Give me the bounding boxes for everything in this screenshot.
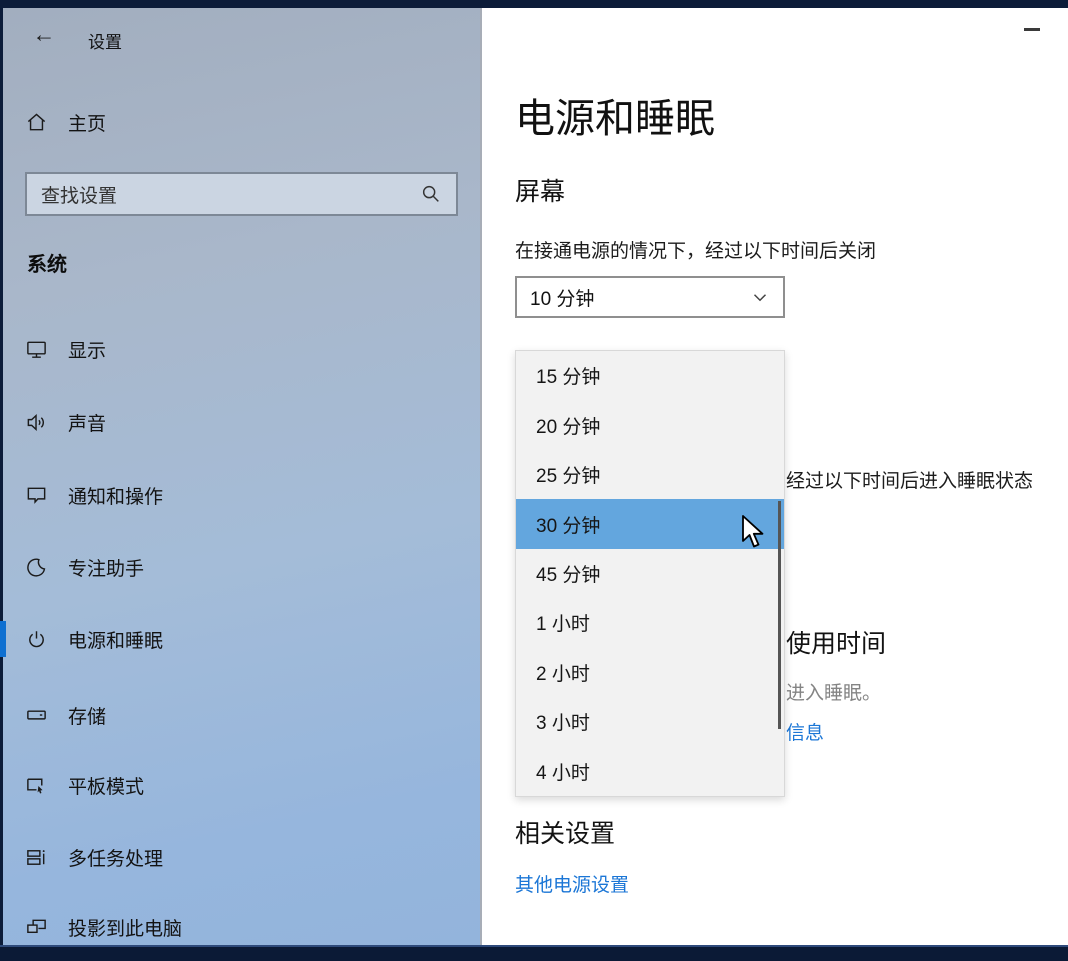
sidebar-item-label: 通知和操作 <box>68 482 163 509</box>
dropdown-option[interactable]: 45 分钟 <box>516 549 784 598</box>
project-icon <box>25 916 48 939</box>
sidebar-item-label: 电源和睡眠 <box>68 626 163 653</box>
settings-window: ← 设置 主页 查找设置 系统 显示 声音 <box>0 0 1068 961</box>
main-content: 电源和睡眠 屏幕 在接通电源的情况下，经过以下时间后关闭 10 分钟 经过以下时… <box>482 8 1068 945</box>
sidebar-item-label: 存储 <box>68 702 106 729</box>
chevron-down-icon <box>749 286 771 308</box>
search-input[interactable]: 查找设置 <box>25 172 458 216</box>
selected-item-accent-bar <box>0 621 6 657</box>
power-icon <box>25 628 48 651</box>
sidebar-item-focus-assist[interactable]: 专注助手 <box>3 545 477 589</box>
sidebar-item-label: 显示 <box>68 336 106 363</box>
dropdown-option[interactable]: 2 小时 <box>516 648 784 697</box>
sidebar-item-storage[interactable]: 存储 <box>3 693 477 737</box>
sidebar-item-display[interactable]: 显示 <box>3 327 477 371</box>
battery-section-heading-fragment: 使用时间 <box>786 624 886 660</box>
dropdown-option[interactable]: 25 分钟 <box>516 450 784 499</box>
dropdown-option[interactable]: 4 小时 <box>516 747 784 796</box>
screen-section-heading: 屏幕 <box>515 172 565 208</box>
dropdown-scrollbar[interactable] <box>778 501 781 729</box>
sidebar-item-multitasking[interactable]: 多任务处理 <box>3 835 477 879</box>
sidebar-item-sound[interactable]: 声音 <box>3 400 477 444</box>
battery-text-fragment: 进入睡眠。 <box>786 678 881 705</box>
sidebar-item-notifications[interactable]: 通知和操作 <box>3 473 477 517</box>
page-title: 电源和睡眠 <box>515 86 715 144</box>
battery-info-link-fragment[interactable]: 信息 <box>786 718 824 745</box>
display-icon <box>25 338 48 361</box>
combo-selected-value: 10 分钟 <box>530 284 749 311</box>
minimize-button[interactable] <box>1006 12 1058 46</box>
dropdown-option[interactable]: 3 小时 <box>516 697 784 746</box>
related-settings-heading: 相关设置 <box>515 814 615 850</box>
notifications-icon <box>25 484 48 507</box>
sidebar-item-label: 平板模式 <box>68 772 144 799</box>
sidebar-item-label: 多任务处理 <box>68 844 163 871</box>
back-button[interactable]: ← <box>24 17 64 51</box>
sidebar-item-projecting[interactable]: 投影到此电脑 <box>3 905 477 949</box>
sidebar-item-label: 声音 <box>68 409 106 436</box>
additional-power-settings-link[interactable]: 其他电源设置 <box>515 870 629 897</box>
dropdown-option[interactable]: 1 小时 <box>516 598 784 647</box>
sidebar: ← 设置 主页 查找设置 系统 显示 声音 <box>3 8 480 945</box>
sidebar-item-label: 投影到此电脑 <box>68 914 182 941</box>
mouse-cursor <box>740 514 770 550</box>
focus-assist-icon <box>25 556 48 579</box>
sidebar-item-label: 专注助手 <box>68 554 144 581</box>
timeout-dropdown-list: 15 分钟 20 分钟 25 分钟 30 分钟 45 分钟 1 小时 2 小时 … <box>515 350 785 797</box>
screen-timeout-label: 在接通电源的情况下，经过以下时间后关闭 <box>515 236 876 263</box>
screen-timeout-select[interactable]: 10 分钟 <box>515 276 785 318</box>
sidebar-item-label: 主页 <box>68 109 106 136</box>
sidebar-section-system: 系统 <box>27 248 67 277</box>
sidebar-item-home[interactable]: 主页 <box>3 100 477 144</box>
dropdown-option[interactable]: 20 分钟 <box>516 400 784 449</box>
minimize-icon <box>1024 28 1040 31</box>
window-frame-bottom <box>0 945 1068 961</box>
window-title: 设置 <box>88 28 122 53</box>
search-icon <box>420 183 442 205</box>
sound-icon <box>25 411 48 434</box>
sidebar-item-power-sleep[interactable]: 电源和睡眠 <box>3 617 477 661</box>
sidebar-item-tablet-mode[interactable]: 平板模式 <box>3 763 477 807</box>
sleep-timeout-label-fragment: 经过以下时间后进入睡眠状态 <box>786 466 1033 493</box>
home-icon <box>25 111 48 134</box>
search-placeholder: 查找设置 <box>41 181 420 208</box>
dropdown-option[interactable]: 15 分钟 <box>516 351 784 400</box>
multitasking-icon <box>25 846 48 869</box>
tablet-mode-icon <box>25 774 48 797</box>
storage-icon <box>25 704 48 727</box>
